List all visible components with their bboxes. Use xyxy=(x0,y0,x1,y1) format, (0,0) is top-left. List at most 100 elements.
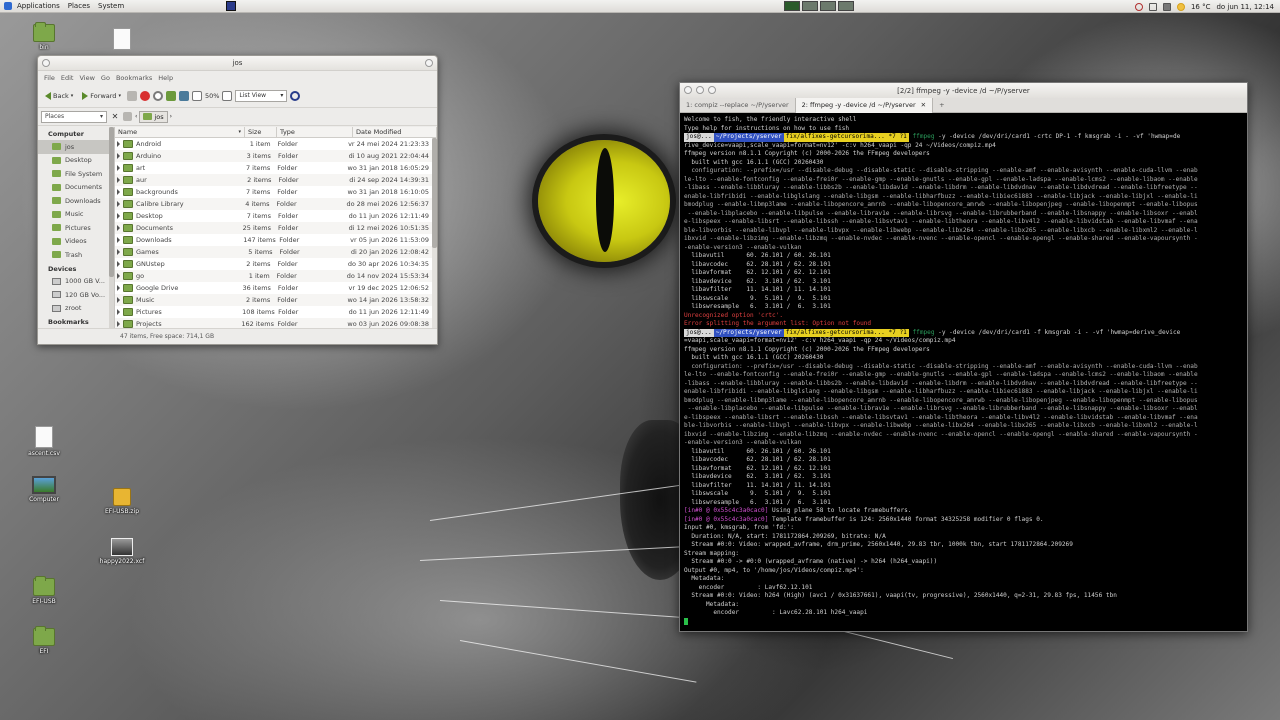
edit-location-icon[interactable] xyxy=(123,112,132,121)
expander-icon[interactable] xyxy=(117,261,120,267)
expander-icon[interactable] xyxy=(117,273,120,279)
menu-system[interactable]: System xyxy=(94,2,128,10)
chevron-left-icon[interactable]: ‹ xyxy=(135,113,137,120)
terminal-titlebar[interactable]: [2/2] ffmpeg -y -device /d ~/P/yserver xyxy=(680,83,1247,98)
menu-edit[interactable]: Edit xyxy=(58,74,77,82)
file-manager-titlebar[interactable]: jos xyxy=(38,56,437,71)
desktop-icon-ascent-csv[interactable]: ascent.csv xyxy=(12,426,76,457)
desktop-icon-file[interactable] xyxy=(90,28,154,50)
up-icon[interactable] xyxy=(126,90,137,101)
scrollbar-thumb[interactable] xyxy=(432,138,437,248)
sidebar-item[interactable]: 120 GB Vo... xyxy=(38,288,114,302)
file-row[interactable]: Google Drive 36 items Folder vr 19 dec 2025… xyxy=(115,282,437,294)
sidebar-item[interactable]: Downloads xyxy=(38,194,114,208)
file-list-scrollbar[interactable] xyxy=(432,138,437,329)
sidebar-item[interactable]: zroot xyxy=(38,302,114,316)
sidebar-item[interactable]: Documents xyxy=(38,181,114,195)
maximize-icon[interactable] xyxy=(708,86,716,94)
expander-icon[interactable] xyxy=(117,177,120,183)
home-icon[interactable] xyxy=(165,90,176,101)
weather-label[interactable]: 16 °C xyxy=(1191,3,1211,11)
network-icon[interactable] xyxy=(1148,2,1157,11)
column-header-name[interactable]: Name ▾ xyxy=(115,127,245,137)
notifications-off-icon[interactable] xyxy=(1134,2,1143,11)
menu-go[interactable]: Go xyxy=(98,74,113,82)
expander-icon[interactable] xyxy=(117,321,120,327)
chevron-right-icon[interactable]: › xyxy=(170,113,172,120)
back-button[interactable]: Back ▾ xyxy=(42,88,76,104)
close-tab-icon[interactable]: ✕ xyxy=(921,101,926,109)
sidebar-item[interactable]: Trash xyxy=(38,248,114,262)
taskbar-button[interactable] xyxy=(838,1,854,11)
expander-icon[interactable] xyxy=(117,297,120,303)
column-header-type[interactable]: Type xyxy=(277,127,353,137)
close-icon[interactable] xyxy=(684,86,692,94)
menu-file[interactable]: File xyxy=(41,74,58,82)
expander-icon[interactable] xyxy=(117,213,120,219)
zoom-out-icon[interactable] xyxy=(191,90,202,101)
menu-applications[interactable]: Applications xyxy=(13,2,64,10)
menu-places[interactable]: Places xyxy=(64,2,94,10)
close-icon[interactable] xyxy=(42,59,50,67)
new-tab-icon[interactable]: + xyxy=(933,101,950,109)
forward-button[interactable]: Forward ▾ xyxy=(79,88,124,104)
breadcrumb-item-jos[interactable]: jos xyxy=(139,110,168,123)
file-row[interactable]: go 1 item Folder do 14 nov 2024 15:53:34 xyxy=(115,270,437,282)
desktop-icon-efi[interactable]: EFI xyxy=(12,626,76,655)
sidebar-item[interactable]: 1000 GB V... xyxy=(38,275,114,289)
tab-ffmpeg[interactable]: 2: ffmpeg -y -device /d ~/P/yserver ✕ xyxy=(794,97,934,113)
weather-sun-icon[interactable] xyxy=(1176,2,1185,11)
expander-icon[interactable] xyxy=(117,249,120,255)
maximize-icon[interactable] xyxy=(425,59,433,67)
file-row[interactable]: Calibre Library 4 items Folder do 28 mei 20… xyxy=(115,198,437,210)
sidebar-item[interactable]: File System xyxy=(38,167,114,181)
sidebar-item[interactable]: Pictures xyxy=(38,221,114,235)
desktop-icon-happy2022-xcf[interactable]: happy2022.xcf xyxy=(90,538,154,565)
view-mode-select[interactable]: List View ▾ xyxy=(235,89,288,102)
expander-icon[interactable] xyxy=(117,225,120,231)
sidebar-item[interactable]: Music xyxy=(38,208,114,222)
desktop-icon-efi-usb-zip[interactable]: EFI-USB.zip xyxy=(90,488,154,515)
sidebar-item[interactable]: Desktop xyxy=(38,154,114,168)
expander-icon[interactable] xyxy=(117,153,120,159)
file-row[interactable]: Documents 25 items Folder di 12 mei 2026 10… xyxy=(115,222,437,234)
desktop-icon-efi-usb[interactable]: EFI-USB xyxy=(12,576,76,605)
file-row[interactable]: Music 2 items Folder wo 14 jan 2026 13:58:3… xyxy=(115,294,437,306)
file-row[interactable]: art 7 items Folder wo 31 jan 2018 16:05:29 xyxy=(115,162,437,174)
sidebar-item[interactable]: jos xyxy=(38,140,114,154)
expander-icon[interactable] xyxy=(117,237,120,243)
minimize-icon[interactable] xyxy=(696,86,704,94)
computer-icon[interactable] xyxy=(178,90,189,101)
file-row[interactable]: Games 5 items Folder di 20 jan 2026 12:08:4… xyxy=(115,246,437,258)
file-row[interactable]: GNUstep 2 items Folder do 30 apr 2026 10:34… xyxy=(115,258,437,270)
file-row[interactable]: aur 2 items Folder di 24 sep 2024 14:39:31 xyxy=(115,174,437,186)
desktop-icon-bin[interactable]: bin xyxy=(12,22,76,51)
stop-icon[interactable] xyxy=(139,90,150,101)
column-header-size[interactable]: Size xyxy=(245,127,277,137)
search-icon[interactable] xyxy=(290,90,301,101)
volume-icon[interactable] xyxy=(1162,2,1171,11)
menu-view[interactable]: View xyxy=(76,74,97,82)
clock[interactable]: do jun 11, 12:14 xyxy=(1216,3,1274,11)
reload-icon[interactable] xyxy=(152,90,163,101)
terminal-output[interactable]: Welcome to fish, the friendly interactiv… xyxy=(684,116,1244,628)
menu-help[interactable]: Help xyxy=(155,74,176,82)
sidebar-item[interactable]: Videos xyxy=(38,235,114,249)
file-row[interactable]: Downloads 147 items Folder vr 05 jun 2026 1… xyxy=(115,234,437,246)
taskbar-button[interactable] xyxy=(820,1,836,11)
expander-icon[interactable] xyxy=(117,165,120,171)
column-header-date-modified[interactable]: Date Modified xyxy=(353,127,437,137)
file-row[interactable]: backgrounds 7 items Folder wo 31 jan 2018 1… xyxy=(115,186,437,198)
taskbar-button[interactable] xyxy=(802,1,818,11)
applications-icon[interactable] xyxy=(4,2,12,10)
menu-bookmarks[interactable]: Bookmarks xyxy=(113,74,155,82)
expander-icon[interactable] xyxy=(117,309,120,315)
zoom-in-icon[interactable] xyxy=(222,90,233,101)
tab-compiz[interactable]: 1: compiz --replace ~/P/yserver xyxy=(680,98,795,113)
expander-icon[interactable] xyxy=(117,285,120,291)
file-row[interactable]: Pictures 108 items Folder do 11 jun 2026 12… xyxy=(115,306,437,318)
expander-icon[interactable] xyxy=(117,201,120,207)
terminal-launcher-icon[interactable] xyxy=(226,1,237,11)
desktop-icon-computer[interactable]: Computer xyxy=(12,476,76,503)
expander-icon[interactable] xyxy=(117,189,120,195)
